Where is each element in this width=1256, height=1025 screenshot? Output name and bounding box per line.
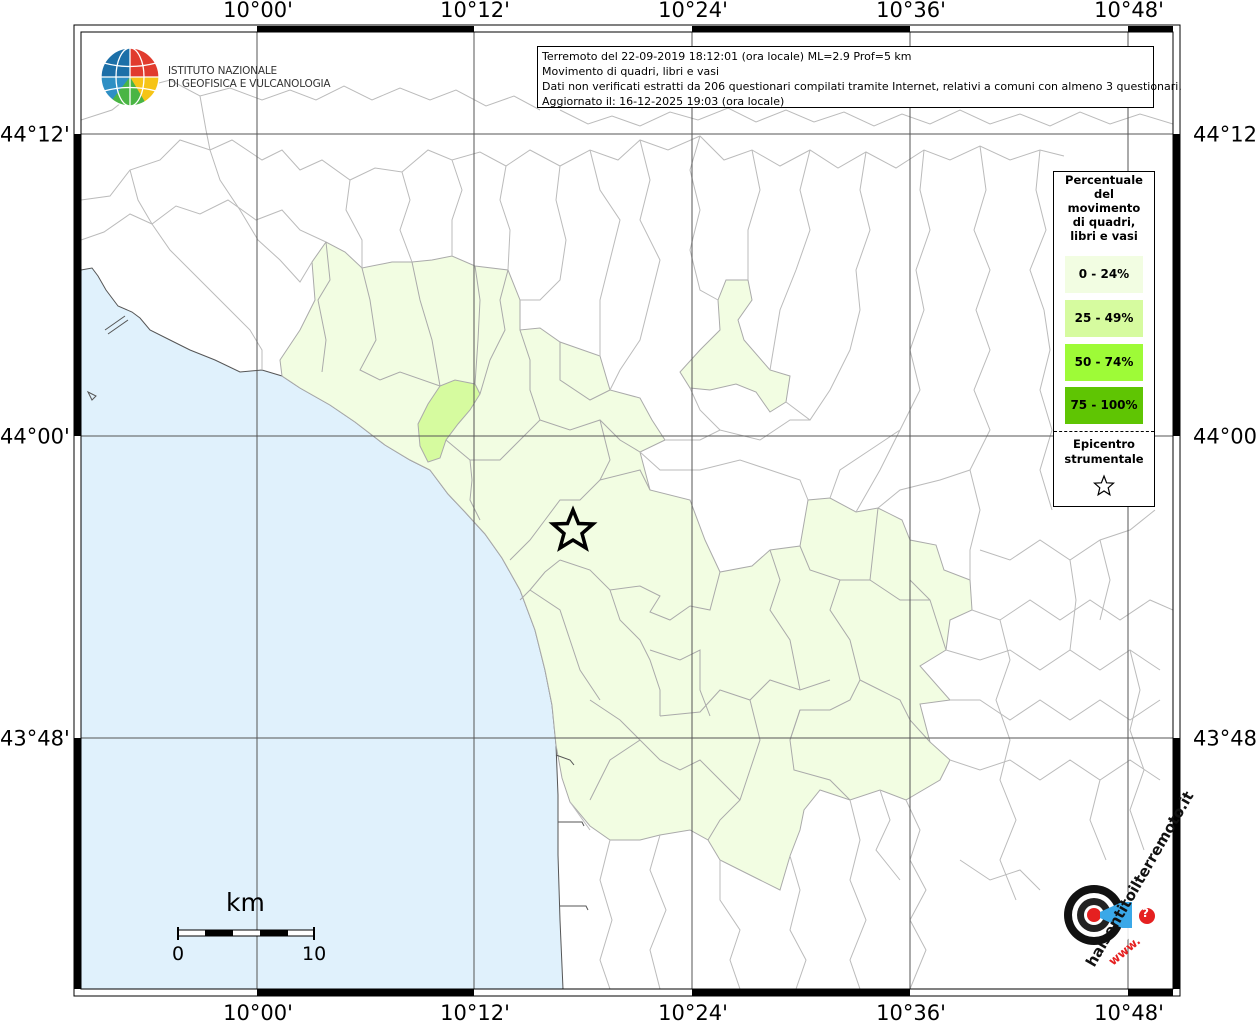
lat-tick-right-1: 44°12': [1193, 122, 1256, 147]
lon-tick-bottom-2: 10°12': [440, 1001, 510, 1025]
event-info-box: Terremoto del 22-09-2019 18:12:01 (ora l…: [537, 46, 1182, 108]
event-updated: Aggiornato il: 16-12-2025 19:03 (ora loc…: [542, 95, 785, 108]
hst-badge-question: ?: [1142, 906, 1149, 920]
lat-tick-right-3: 43°48': [1193, 726, 1256, 751]
lon-tick-top-3: 10°24': [658, 0, 728, 22]
star-outline-icon: [1092, 474, 1116, 497]
ingv-name-line1: ISTITUTO NAZIONALE: [168, 65, 277, 77]
event-title: Terremoto del 22-09-2019 18:12:01 (ora l…: [542, 50, 912, 63]
legend-epicenter-title: Epicentro strumentale: [1064, 437, 1144, 466]
lon-tick-top-1: 10°00': [223, 0, 293, 22]
map-canvas: [73, 24, 1181, 997]
legend-class-0-24: 0 - 24%: [1065, 256, 1143, 293]
lon-tick-bottom-4: 10°36': [876, 1001, 946, 1025]
legend-class-75-100: 75 - 100%: [1065, 387, 1143, 424]
legend-class-50-74: 50 - 74%: [1065, 344, 1143, 381]
lat-tick-left-2: 44°00': [0, 424, 70, 449]
lat-tick-right-2: 44°00': [1193, 424, 1256, 449]
ingv-name-line2: DI GEOFISICA E VULCANOLOGIA: [168, 78, 331, 90]
lon-tick-top-5: 10°48': [1094, 0, 1164, 22]
lon-tick-bottom-5: 10°48': [1094, 1001, 1164, 1025]
event-data-note: Dati non verificati estratti da 206 ques…: [542, 80, 1182, 93]
lat-tick-left-3: 43°48': [0, 726, 70, 751]
lon-tick-top-4: 10°36': [876, 0, 946, 22]
scale-max-label: 10: [302, 943, 327, 965]
legend-title: Percentuale del movimento di quadri, lib…: [1065, 173, 1143, 243]
legend-separator: [1054, 431, 1154, 432]
ingv-logo-icon: [100, 47, 160, 107]
legend-class-25-49: 25 - 49%: [1065, 300, 1143, 337]
lat-tick-left-1: 44°12': [0, 122, 70, 147]
lon-tick-bottom-1: 10°00': [223, 1001, 293, 1025]
legend: Percentuale del movimento di quadri, lib…: [1053, 171, 1155, 507]
scale-min-label: 0: [172, 943, 185, 965]
scale-unit-label: km: [226, 888, 265, 917]
lon-tick-bottom-3: 10°24': [658, 1001, 728, 1025]
event-parameter: Movimento di quadri, libri e vasi: [542, 65, 720, 78]
lon-tick-top-2: 10°12': [440, 0, 510, 22]
